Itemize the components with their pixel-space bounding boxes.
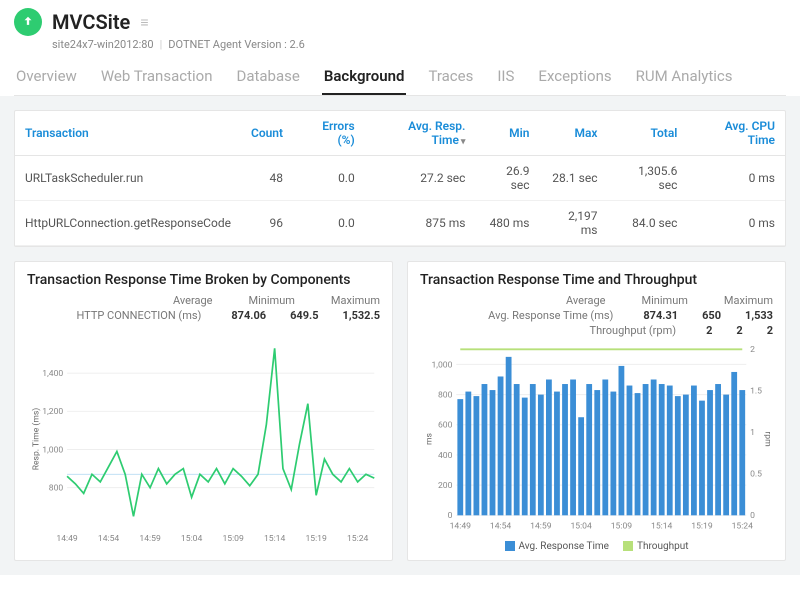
svg-text:15:04: 15:04 (181, 534, 203, 544)
col-header[interactable]: Count (241, 111, 293, 156)
page-title: MVCSite (52, 10, 130, 34)
svg-text:800: 800 (49, 484, 64, 494)
tab-rum-analytics[interactable]: RUM Analytics (634, 61, 735, 95)
col-header[interactable]: Transaction (15, 111, 241, 156)
svg-text:400: 400 (438, 451, 453, 461)
svg-text:2: 2 (750, 345, 755, 355)
svg-text:rpm: rpm (762, 431, 772, 446)
svg-text:1,000: 1,000 (431, 360, 452, 370)
subtitle: site24x7-win2012:80|DOTNET Agent Version… (52, 38, 786, 51)
svg-text:Resp. Time (ms): Resp. Time (ms) (30, 408, 41, 471)
col-header[interactable]: Min (475, 111, 539, 156)
svg-text:14:54: 14:54 (490, 522, 512, 532)
svg-text:600: 600 (438, 421, 453, 431)
col-header[interactable]: Avg. CPU Time (687, 111, 785, 156)
upload-arrow-icon (21, 15, 35, 29)
svg-text:0: 0 (750, 511, 755, 521)
svg-text:15:19: 15:19 (305, 534, 327, 544)
svg-text:15:09: 15:09 (222, 534, 244, 544)
tab-database[interactable]: Database (234, 61, 301, 95)
svg-text:800: 800 (438, 390, 453, 400)
svg-text:15:14: 15:14 (651, 522, 673, 532)
col-header[interactable]: Avg. Resp. Time▾ (365, 111, 476, 156)
chart-response-time-throughput: Transaction Response Time and Throughput… (407, 261, 786, 561)
sort-caret-icon: ▾ (461, 137, 466, 147)
svg-text:0.5: 0.5 (750, 470, 762, 480)
tab-web-transaction[interactable]: Web Transaction (99, 61, 215, 95)
transactions-table: TransactionCountErrors (%)Avg. Resp. Tim… (14, 110, 786, 247)
svg-text:14:49: 14:49 (56, 534, 78, 544)
col-header[interactable]: Max (540, 111, 608, 156)
svg-text:15:24: 15:24 (732, 522, 754, 532)
col-header[interactable]: Total (607, 111, 687, 156)
menu-icon[interactable]: ≡ (140, 14, 148, 31)
svg-text:15:24: 15:24 (347, 534, 369, 544)
svg-text:1.5: 1.5 (750, 387, 762, 397)
svg-text:14:59: 14:59 (530, 522, 552, 532)
svg-text:ms: ms (424, 433, 434, 445)
tab-iis[interactable]: IIS (495, 61, 516, 95)
svg-text:15:14: 15:14 (264, 534, 286, 544)
svg-text:15:09: 15:09 (611, 522, 633, 532)
svg-text:1,000: 1,000 (42, 445, 63, 455)
svg-text:15:19: 15:19 (691, 522, 713, 532)
svg-text:14:49: 14:49 (450, 522, 472, 532)
svg-text:1,400: 1,400 (42, 369, 63, 379)
tab-traces[interactable]: Traces (426, 61, 475, 95)
chart-response-time-components: Transaction Response Time Broken by Comp… (14, 261, 393, 561)
svg-text:15:04: 15:04 (570, 522, 592, 532)
svg-text:1,200: 1,200 (42, 407, 63, 417)
table-row[interactable]: HttpURLConnection.getResponseCode960.087… (15, 201, 785, 246)
table-row[interactable]: URLTaskScheduler.run480.027.2 sec26.9 se… (15, 156, 785, 201)
svg-text:0: 0 (448, 511, 453, 521)
tab-exceptions[interactable]: Exceptions (536, 61, 613, 95)
svg-text:200: 200 (438, 481, 453, 491)
col-header[interactable]: Errors (%) (293, 111, 365, 156)
tab-background[interactable]: Background (322, 61, 407, 95)
svg-text:14:59: 14:59 (139, 534, 161, 544)
svg-text:14:54: 14:54 (98, 534, 120, 544)
tab-overview[interactable]: Overview (14, 61, 79, 95)
upload-button[interactable] (14, 8, 42, 36)
svg-text:1: 1 (750, 428, 755, 438)
